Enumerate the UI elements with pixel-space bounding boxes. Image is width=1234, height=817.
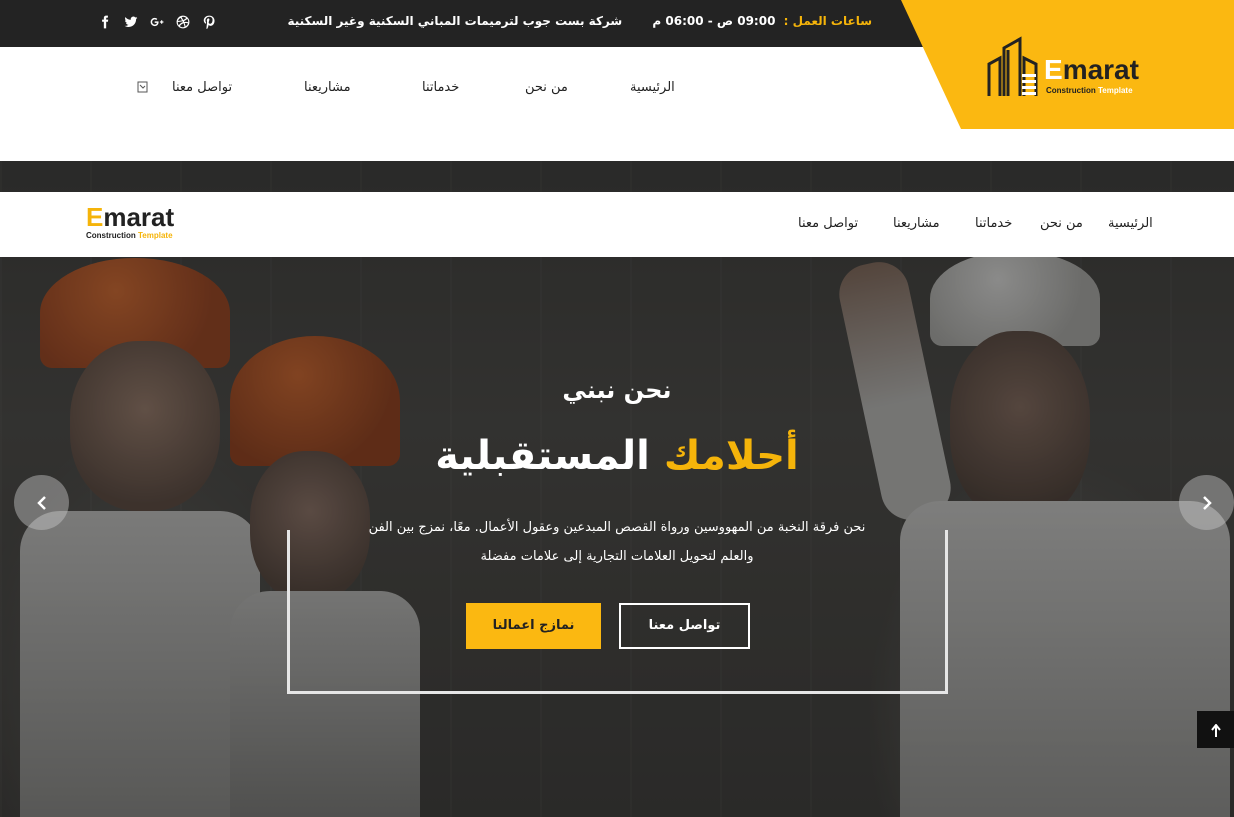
slider-prev-button[interactable] — [14, 475, 69, 530]
nav-services[interactable]: خدماتنا — [422, 80, 459, 95]
nav-about[interactable]: من نحن — [525, 80, 568, 95]
nav-about[interactable]: من نحن — [1040, 216, 1083, 231]
portfolio-button[interactable]: نمازج اعمالنا — [466, 603, 601, 649]
hero-kicker: نحن نبني — [562, 376, 672, 404]
twitter-icon[interactable] — [118, 12, 144, 32]
slider-next-button[interactable] — [1179, 475, 1234, 530]
sticky-logo[interactable]: Emarat Construction Template — [86, 203, 174, 240]
nav-contact[interactable]: تواصل معنا — [172, 80, 232, 95]
arrow-up-icon — [1210, 722, 1221, 737]
social-links — [92, 12, 222, 32]
chevron-left-icon — [36, 496, 46, 510]
pinterest-icon[interactable] — [196, 12, 222, 32]
site-logo[interactable]: Emarat Construction Template — [986, 36, 1146, 98]
nav-home[interactable]: الرئيسية — [1108, 216, 1153, 231]
working-hours: ساعات العمل : 09:00 ص - 06:00 م شركة بست… — [287, 14, 872, 28]
logo-wordmark: Emarat — [86, 202, 175, 232]
nav-services[interactable]: خدماتنا — [975, 216, 1012, 231]
logo-subtitle: Construction Template — [1046, 86, 1133, 95]
main-nav: الرئيسية من نحن خدماتنا مشاريعنا تواصل م… — [0, 47, 900, 129]
nav-projects[interactable]: مشاريعنا — [304, 80, 351, 95]
facebook-icon[interactable] — [92, 12, 118, 32]
scroll-to-top-button[interactable] — [1197, 711, 1234, 748]
sticky-nav: Emarat Construction Template الرئيسية من… — [0, 192, 1234, 257]
hours-label: ساعات العمل : — [783, 14, 872, 28]
nav-projects[interactable]: مشاريعنا — [893, 216, 940, 231]
logo-subtitle: Construction Template — [86, 231, 173, 240]
google-plus-icon[interactable] — [144, 12, 170, 32]
chevron-right-icon — [1202, 496, 1212, 510]
company-tagline: شركة بست جوب لترميمات المباني السكنية وغ… — [287, 14, 623, 28]
building-logo-icon — [987, 36, 1038, 96]
hero-slider: Emarat Construction Template الرئيسية من… — [0, 161, 1234, 817]
nav-home[interactable]: الرئيسية — [630, 80, 675, 95]
hero-headline: أحلامك المستقبلية — [435, 433, 799, 479]
hours-value: 09:00 ص - 06:00 م — [652, 14, 776, 28]
dribbble-icon[interactable] — [170, 12, 196, 32]
logo-wordmark: Emarat — [1044, 54, 1139, 85]
hero-description: نحن فرقة النخبة من المهووسين ورواة القصص… — [368, 520, 866, 564]
hero-content: نحن نبني أحلامك المستقبلية نحن فرقة النخ… — [0, 161, 1234, 817]
contact-button[interactable]: تواصل معنا — [619, 603, 750, 649]
broken-image-icon[interactable] — [137, 81, 149, 93]
nav-contact[interactable]: تواصل معنا — [798, 216, 858, 231]
